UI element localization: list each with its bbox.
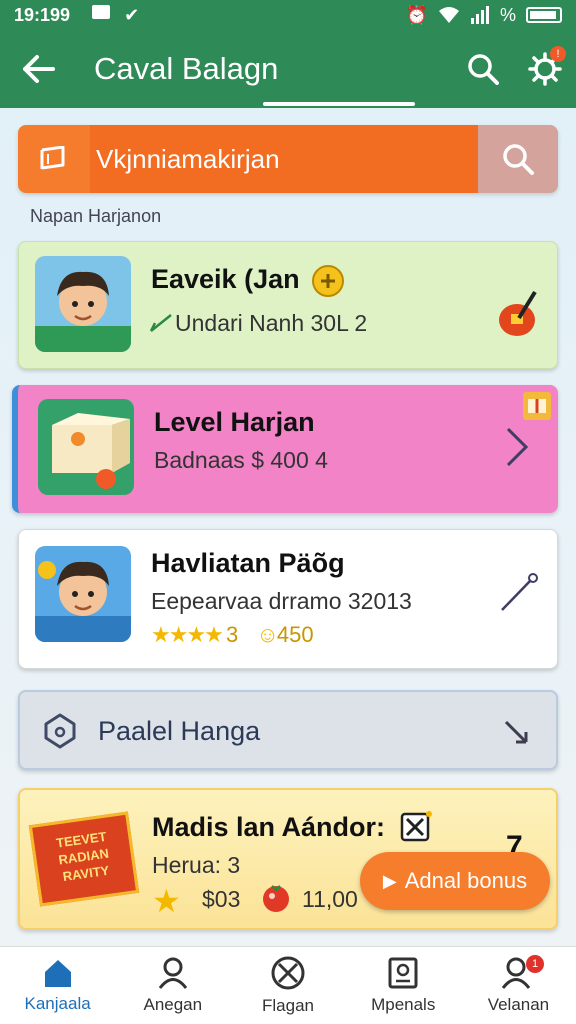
nav-item-panels[interactable]: Mpenals: [346, 947, 461, 1024]
card-subtitle: Eepearvaa drramo 32013: [151, 588, 412, 614]
count-value: 11,00: [302, 886, 358, 912]
edit-icon: [149, 311, 173, 338]
check-notification-icon: ✔: [124, 4, 140, 25]
home-icon: [44, 959, 71, 987]
card-subtitle: Badnaas $ 400 4: [154, 447, 328, 473]
gift-badge-icon: [522, 391, 552, 426]
search-input[interactable]: [90, 125, 478, 193]
notification-badge: !: [550, 46, 566, 62]
tab-indicator: [263, 102, 415, 106]
card-subtitle: Undari Nanh 30L 2: [175, 310, 368, 336]
alarm-icon: ⏰: [405, 4, 428, 25]
nav-label: Mpenals: [371, 994, 436, 1014]
settings-button[interactable]: !: [514, 46, 576, 86]
signal-icon: [470, 6, 489, 24]
price-value: $03: [202, 886, 241, 912]
search-lead: [18, 125, 90, 193]
rating-value: 3: [226, 622, 239, 647]
section-heading: Napan Harjanon: [30, 206, 162, 226]
gift-icon: [400, 810, 432, 847]
page-title: Caval Balagn: [94, 51, 279, 86]
item-thumbnail: [38, 399, 134, 495]
card-title: Level Harjan: [154, 407, 315, 437]
wifi-icon: [438, 7, 459, 23]
battery-icon: [526, 7, 562, 23]
bonus-label: Adnal bonus: [404, 868, 528, 893]
nav-label: Velanan: [487, 994, 550, 1014]
user-icon: [158, 957, 187, 989]
search-button[interactable]: [452, 53, 514, 85]
status-time: 19:199: [14, 4, 71, 25]
location-icon: [42, 712, 78, 755]
add-bonus-button[interactable]: ▶ Adnal bonus: [360, 852, 550, 910]
list-item[interactable]: Havliatan Päõg Eepearvaa drramo 32013 ★★…: [18, 529, 558, 669]
nav-item-account[interactable]: 1 Velanan: [461, 947, 576, 1024]
list-item[interactable]: Paalel Hanga: [18, 690, 558, 770]
tomato-icon: [260, 882, 292, 919]
card-title: Madis lan Aándor:: [152, 812, 386, 842]
search-bar: [18, 125, 558, 193]
content-area: Napan Harjanon Eaveik (Jan Undari Nanh 3…: [0, 108, 576, 946]
bottom-navigation: Kanjaala Anegan Flagan Mpenals 1 Velanan: [0, 946, 576, 1024]
chevron-right-icon[interactable]: [504, 425, 530, 474]
points-value: 450: [276, 622, 314, 647]
battery-percent: %: [499, 4, 516, 25]
status-bar: 19:199 ✔ ⏰ %: [0, 0, 576, 30]
arrow-left-icon: [23, 55, 55, 83]
card-title: Havliatan Päõg: [151, 548, 345, 578]
list-item[interactable]: Level Harjan Badnaas $ 400 4: [12, 385, 558, 513]
notification-badge: 1: [526, 955, 545, 973]
nav-item-flag[interactable]: Flagan: [230, 947, 345, 1024]
stars-glyphs: ★★★★: [151, 622, 224, 647]
search-icon: [468, 54, 499, 85]
nav-label: Flagan: [262, 995, 314, 1015]
coin-icon: [311, 264, 345, 303]
back-button[interactable]: [0, 54, 76, 84]
star-rating: ★★★★ 3 ☺450: [151, 622, 314, 648]
star-icon: ★: [152, 883, 181, 919]
card-title: Paalel Hanga: [98, 716, 261, 746]
app-bar: Caval Balagn !: [0, 30, 576, 108]
photo-notification-icon: [92, 4, 111, 19]
play-icon: ▶: [382, 870, 397, 891]
expand-icon[interactable]: [502, 718, 530, 751]
card-subtitle: Herua: 3: [152, 852, 241, 878]
nav-label: Kanjaala: [24, 993, 91, 1013]
nav-item-home[interactable]: Kanjaala: [0, 947, 115, 1024]
guitar-icon[interactable]: [495, 288, 541, 343]
avatar: [35, 256, 131, 352]
card-title: Eaveik (Jan: [151, 264, 300, 294]
points-coin-icon: ☺: [256, 622, 279, 647]
nav-label: Anegan: [143, 994, 203, 1014]
avatar: [35, 546, 131, 642]
nav-item-profile[interactable]: Anegan: [115, 947, 230, 1024]
document-icon: [388, 957, 418, 988]
promo-card[interactable]: TEEVET RADIAN RAVITY Madis lan Aándor: H…: [18, 788, 558, 930]
compass-icon: [271, 956, 305, 989]
search-icon: [503, 144, 534, 175]
promo-badge: TEEVET RADIAN RAVITY: [28, 811, 140, 907]
flag-icon: [40, 146, 65, 170]
list-item[interactable]: Eaveik (Jan Undari Nanh 30L 2: [18, 241, 558, 369]
link-arrow-icon[interactable]: [499, 572, 539, 619]
search-submit-button[interactable]: [478, 125, 558, 193]
